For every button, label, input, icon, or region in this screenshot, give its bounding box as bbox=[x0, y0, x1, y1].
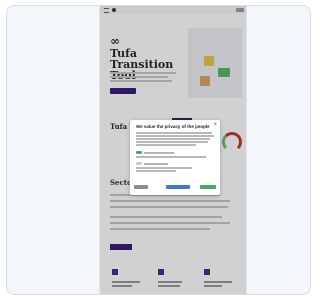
accept-all-button[interactable] bbox=[200, 185, 216, 189]
option-label-line bbox=[144, 163, 168, 165]
modal-paragraph-line bbox=[136, 138, 210, 140]
modal-title: We value the privacy of the people bbox=[136, 124, 210, 129]
necessary-cookies-toggle[interactable] bbox=[136, 151, 142, 154]
option-description-line bbox=[136, 156, 206, 158]
mobile-page-preview: ∞ Tufa Transition Tool Tufa Tr... Sector… bbox=[99, 6, 247, 294]
close-icon[interactable]: × bbox=[213, 122, 217, 128]
modal-paragraph-line bbox=[136, 144, 196, 146]
preview-card: ∞ Tufa Transition Tool Tufa Tr... Sector… bbox=[6, 5, 311, 295]
option-description-line bbox=[136, 170, 176, 172]
analytics-cookies-toggle[interactable] bbox=[136, 162, 142, 165]
modal-paragraph-line bbox=[136, 135, 214, 137]
privacy-consent-modal: We value the privacy of the people × bbox=[130, 120, 220, 195]
option-label-line bbox=[144, 152, 174, 154]
decline-button[interactable] bbox=[134, 185, 148, 189]
modal-paragraph-line bbox=[136, 132, 212, 134]
modal-paragraph-line bbox=[136, 141, 208, 143]
option-description-line bbox=[136, 167, 192, 169]
save-preferences-button[interactable] bbox=[166, 185, 190, 189]
